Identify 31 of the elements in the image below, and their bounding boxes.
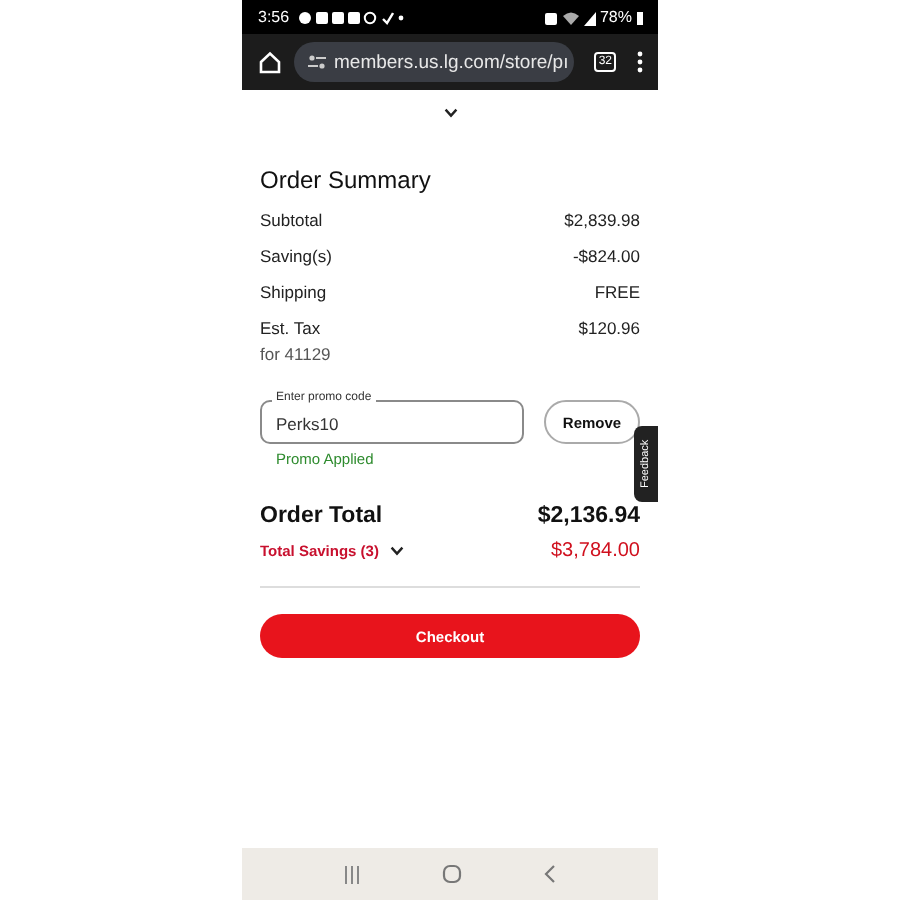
line-value: FREE [594,282,640,302]
address-bar[interactable]: members.us.lg.com/store/pı [294,42,575,82]
line-label: Shipping [260,282,327,302]
notification-icons [297,9,378,25]
recent-apps-icon[interactable] [343,865,360,883]
battery-level: 78% [599,8,632,26]
back-icon[interactable] [544,864,557,884]
url-text: members.us.lg.com/store/pı [334,51,569,73]
check-icon [381,9,394,25]
line-note: for 41129 [260,344,333,364]
chevron-down-icon[interactable] [443,108,457,118]
signal-icon [583,9,596,25]
more-icon[interactable] [636,50,644,74]
order-total-label: Order Total [260,504,383,528]
wifi-icon [561,9,580,25]
home-icon[interactable] [258,50,282,74]
line-label: Est. Tax [260,318,321,338]
order-total-value: $2,136.94 [537,504,640,528]
promo-code-field[interactable]: Perks10 [260,400,524,444]
line-label: Subtotal [260,210,323,230]
battery-icon [636,9,644,25]
status-time: 3:56 [258,8,290,26]
line-label: Saving(s) [260,246,332,266]
site-settings-icon [308,54,326,70]
chevron-down-icon [390,546,405,556]
section-title: Order Summary [260,166,433,194]
home-button-icon[interactable] [441,864,462,884]
line-value: $2,839.98 [564,210,640,230]
line-value: -$824.00 [572,246,640,266]
line-value: $120.96 [578,318,640,338]
savings-value: $3,784.00 [551,540,640,562]
